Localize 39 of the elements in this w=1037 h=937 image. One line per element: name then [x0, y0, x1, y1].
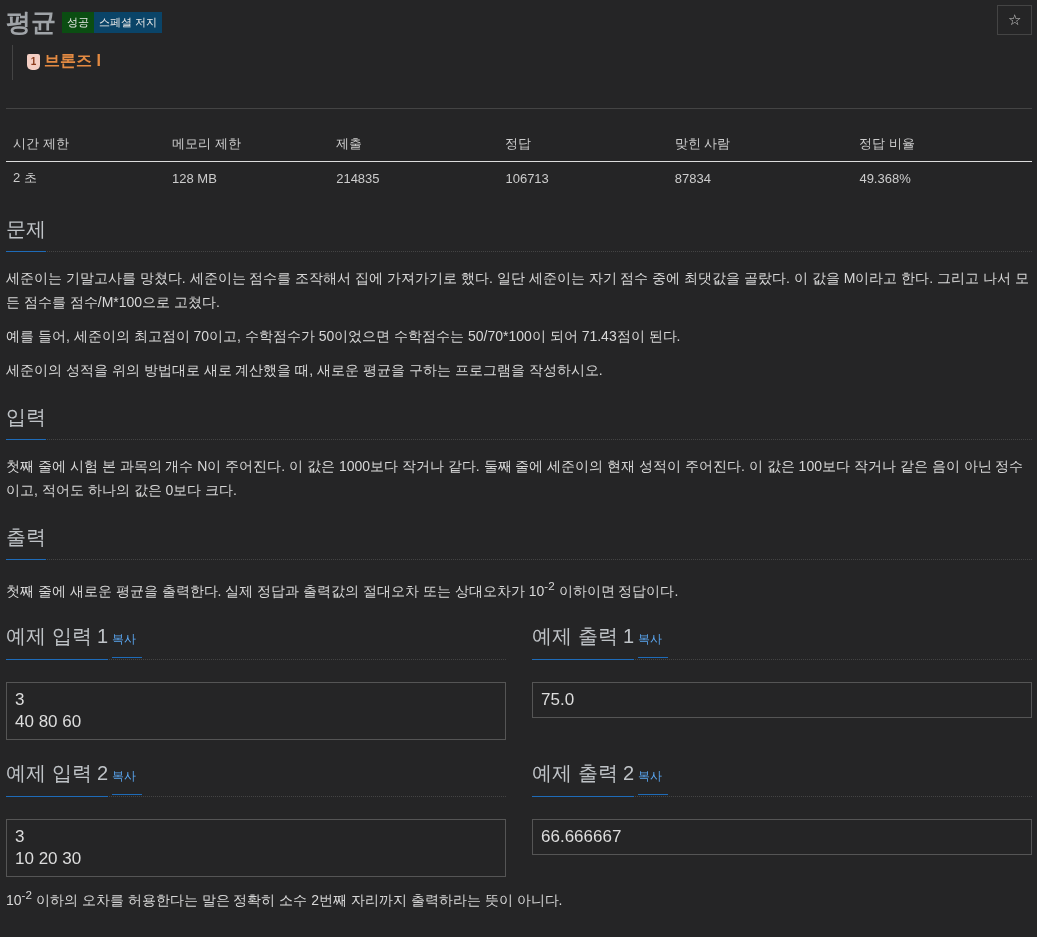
star-button[interactable]: ☆ — [997, 5, 1032, 35]
example-heading: 예제 입력 2 — [6, 755, 109, 797]
section-heading: 문제 — [6, 212, 46, 252]
status-badge: 성공 — [62, 12, 94, 33]
table-cell: 214835 — [329, 161, 499, 194]
tier-link[interactable]: 브론즈 I — [44, 51, 101, 72]
table-header: 맞힌 사람 — [667, 131, 853, 162]
paragraph: 첫째 줄에 새로운 평균을 출력한다. 실제 정답과 출력값의 절대오차 또는 상대오차가 10$^{-2}$ 이하이면 정답이다. — [6, 578, 680, 601]
paragraph: 세준이는 기말고사를 망쳤다. 세준이는 점수를 조작해서 집에 가져가기로 했다. 일단 세준이는 자기 점수 중에 최댓값을 골랐다. 이 값을 M이라고 한다. 그리고 나서 모든 점수를 점수/M*100으로 고쳤다. — [6, 269, 1030, 312]
copy-link[interactable]: 복사 — [112, 630, 143, 658]
paragraph: 예를 들어, 세준이의 최고점이 70이고, 수학점수가 50이었으면 수학점수는 50/70*100이 되어 71.43점이 된다. — [6, 327, 682, 346]
table-header: 제출 — [329, 131, 499, 162]
copy-link[interactable]: 복사 — [112, 767, 143, 795]
example-heading: 예제 출력 2 — [532, 755, 635, 797]
paragraph: 세준이의 성적을 위의 방법대로 새로 계산했을 때, 새로운 평균을 구하는 프로그램을 작성하시오. — [6, 361, 604, 380]
section-heading: 입력 — [6, 400, 46, 440]
table-cell: 87834 — [667, 161, 853, 194]
sample-input-box: 3 40 80 60 — [6, 681, 506, 740]
section-heading: 출력 — [6, 520, 46, 560]
table-cell: 49.368% — [852, 161, 1032, 194]
problem-title: 평균 — [6, 7, 56, 38]
example-heading: 예제 출력 1 — [532, 618, 635, 660]
sample-input-box: 3 10 20 30 — [6, 818, 506, 877]
table-cell: 106713 — [498, 161, 668, 194]
example-heading: 예제 입력 1 — [6, 618, 109, 660]
table-header: 시간 제한 — [6, 131, 165, 162]
table-cell: 128 MB — [165, 161, 330, 194]
copy-link[interactable]: 복사 — [638, 767, 669, 795]
copy-link[interactable]: 복사 — [638, 630, 669, 658]
table-header: 정답 — [498, 131, 668, 162]
example-note: 10$^{-2}$ 이하의 오차를 허용한다는 말은 정확히 소수 2번째 자리까지 출력하라는 뜻이 아니다. — [6, 886, 564, 910]
table-cell: 2 초 — [6, 161, 165, 194]
status-badge: 스페셜 저지 — [94, 12, 163, 33]
table-header: 정답 비율 — [852, 131, 1032, 162]
sample-output-box: 66.666667 — [532, 818, 1032, 855]
sample-output-box: 75.0 — [532, 681, 1032, 718]
table-header: 메모리 제한 — [165, 131, 330, 162]
tier-icon: 1 — [27, 53, 40, 70]
paragraph: 첫째 줄에 시험 본 과목의 개수 N이 주어진다. 이 값은 1000보다 작거나 같다. 둘째 줄에 세준이의 현재 성적이 주어진다. 이 값은 100보다 작거나 같은 음이 아닌 정수이고, 적어도 하나의 값은 0보다 크다. — [6, 457, 1025, 500]
